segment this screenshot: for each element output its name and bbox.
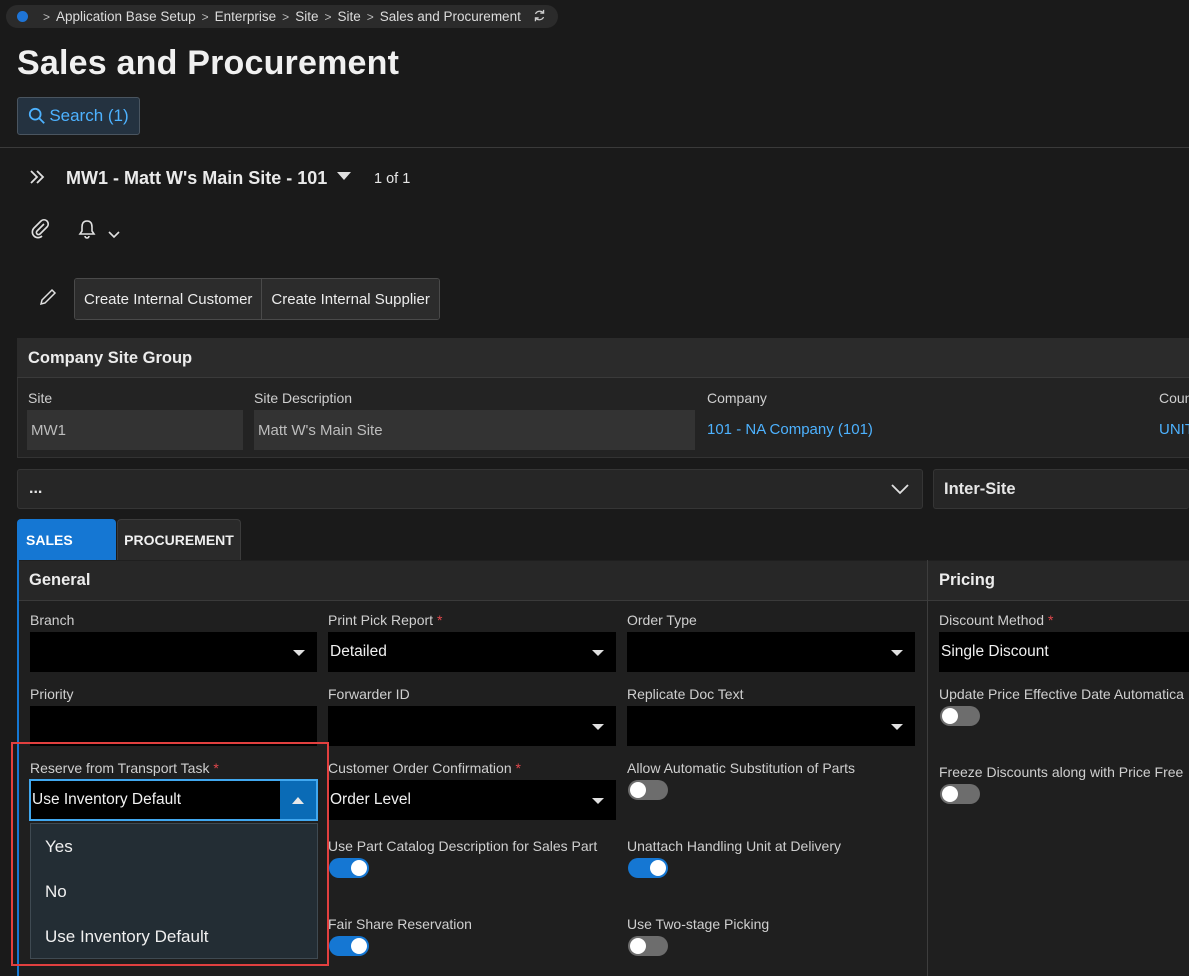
divider [0,147,1189,148]
print-pick-report-select[interactable]: Detailed [328,632,616,672]
update-price-effective-date-toggle[interactable] [940,706,980,726]
caret-down-icon [592,724,604,730]
inter-site-label: Inter-Site [944,479,1016,498]
refresh-icon[interactable] [533,9,546,25]
priority-label: Priority [30,686,74,702]
print-pick-report-value: Detailed [330,643,387,660]
caret-down-icon [293,650,305,656]
freeze-discounts-label: Freeze Discounts along with Price Free [939,764,1184,780]
branch-label: Branch [30,612,75,628]
general-section-title: General [19,561,927,601]
search-button-label: Search (1) [49,106,129,125]
caret-down-icon[interactable] [337,172,351,180]
fair-share-reservation-toggle[interactable] [329,936,369,956]
group-header [17,338,1189,378]
use-two-stage-picking-toggle[interactable] [628,936,668,956]
pencil-icon[interactable] [39,288,57,310]
chevron-right-icon: > [43,9,51,24]
use-two-stage-picking-label: Use Two-stage Picking [627,916,770,932]
order-type-select[interactable] [627,632,915,672]
discount-method-label: Discount Method * [939,612,1054,628]
chevron-right-icon: > [282,9,290,24]
caret-down-icon [592,650,604,656]
branch-select[interactable] [30,632,317,672]
fair-share-reservation-label: Fair Share Reservation [328,916,472,932]
allow-automatic-substitution-label: Allow Automatic Substitution of Parts [627,760,855,776]
breadcrumb: > Application Base Setup > Enterprise > … [6,5,558,28]
caret-down-icon [592,798,604,804]
double-chevron-right-icon[interactable] [28,166,46,192]
divider [927,560,928,976]
forwarder-id-label: Forwarder ID [328,686,410,702]
site-label: Site [28,390,53,406]
create-internal-customer-button[interactable]: Create Internal Customer [75,279,262,319]
tab-procurement[interactable]: PROCUREMENT [117,519,241,560]
discount-method-select[interactable]: Single Discount [939,632,1189,672]
site-description-label: Site Description [254,390,353,406]
use-part-catalog-description-toggle[interactable] [329,858,369,878]
priority-input[interactable] [30,706,317,746]
search-icon [29,107,46,124]
replicate-doc-text-select[interactable] [627,706,915,746]
command-group: Create Internal Customer Create Internal… [74,278,440,320]
customer-order-confirmation-select[interactable]: Order Level [328,780,616,820]
country-link[interactable]: UNIT [1159,421,1189,438]
search-button[interactable]: Search (1) [17,97,140,135]
highlight-box [11,742,329,966]
country-label: Coun [1159,390,1189,406]
paperclip-icon[interactable] [29,218,51,244]
freeze-discounts-toggle[interactable] [940,784,980,804]
unattach-handling-unit-toggle[interactable] [628,858,668,878]
print-pick-report-label: Print Pick Report * [328,612,443,628]
chevron-down-icon[interactable] [108,226,120,243]
breadcrumb-item[interactable]: Enterprise [215,9,277,24]
breadcrumb-item[interactable]: Application Base Setup [56,9,196,24]
collapsed-group-label: ... [29,480,43,497]
site-description-field: Matt W's Main Site [254,410,695,450]
unattach-handling-unit-label: Unattach Handling Unit at Delivery [627,838,841,854]
forwarder-id-select[interactable] [328,706,616,746]
company-link[interactable]: 101 - NA Company (101) [707,421,873,438]
page-title: Sales and Procurement [17,44,400,82]
home-icon[interactable] [17,11,28,22]
company-label: Company [707,390,767,406]
update-price-effective-date-label: Update Price Effective Date Automatica [939,686,1184,702]
breadcrumb-item[interactable]: Site [337,9,360,24]
breadcrumb-item[interactable]: Site [295,9,318,24]
pricing-section-title: Pricing [928,561,1189,601]
bell-icon[interactable] [78,219,96,243]
group-title: Company Site Group [28,349,193,367]
caret-down-icon [891,650,903,656]
use-part-catalog-description-label: Use Part Catalog Description for Sales P… [328,838,598,854]
allow-automatic-substitution-toggle[interactable] [628,780,668,800]
chevron-right-icon: > [324,9,332,24]
tab-sales[interactable]: SALES [17,519,116,560]
discount-method-value: Single Discount [941,643,1049,660]
customer-order-confirmation-label: Customer Order Confirmation * [328,760,521,776]
customer-order-confirmation-value: Order Level [330,791,411,808]
chevron-right-icon: > [366,9,374,24]
order-type-label: Order Type [627,612,697,628]
chevron-right-icon: > [201,9,209,24]
chevron-down-icon [891,484,909,495]
site-field: MW1 [27,410,243,450]
replicate-doc-text-label: Replicate Doc Text [627,686,744,702]
collapsed-group-more[interactable]: ... [17,469,923,509]
record-pager: 1 of 1 [374,171,411,187]
record-selector[interactable]: MW1 - Matt W's Main Site - 101 [66,168,327,189]
create-internal-supplier-button[interactable]: Create Internal Supplier [261,279,439,319]
caret-down-icon [891,724,903,730]
breadcrumb-item-current: Sales and Procurement [379,9,521,24]
inter-site-group[interactable]: Inter-Site [933,469,1189,509]
